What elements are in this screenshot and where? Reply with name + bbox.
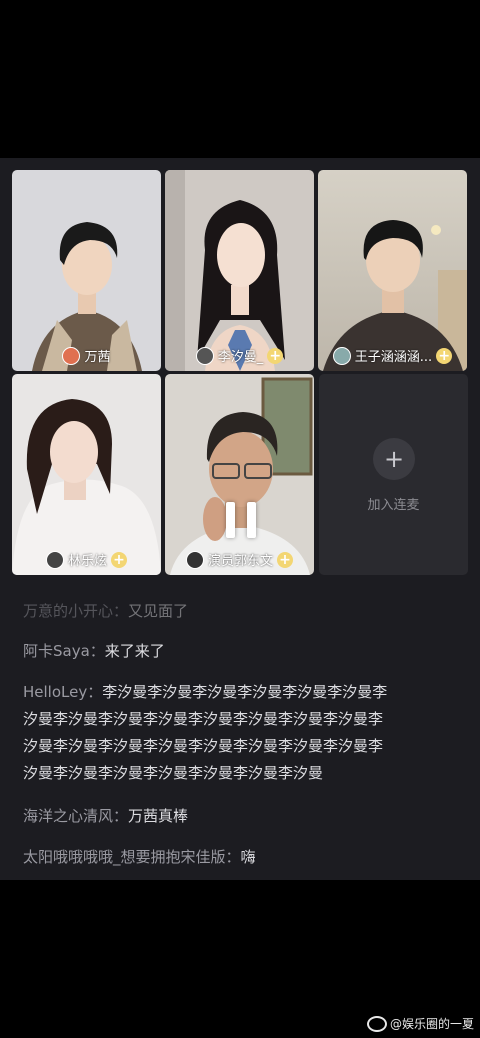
follow-plus-icon[interactable]: + [111,551,127,568]
chat-message: 阿卡Saya：来了来了 [23,638,463,665]
chat-username[interactable]: 海洋之心清风： [23,807,128,825]
chat-text: 嗨 [240,848,256,866]
participant-nametag: 万茜 [12,346,161,365]
chat-message: 万意的小开心：又见面了 [23,598,463,625]
chat-message: 海洋之心清风：万茜真棒 [23,803,463,830]
avatar [332,346,351,365]
video-feed [165,170,285,371]
participant-nametag: 演员郭东文 + [165,550,314,569]
chat-message: 太阳哦哦哦哦_想要拥抱宋佳版：嗨 [23,844,463,871]
participant-name: 王子涵涵涵... [354,350,433,365]
chat-text: 又见面了 [128,602,189,620]
avatar [45,550,64,569]
chat-text: 来了来了 [104,642,165,660]
participant-nametag: 王子涵涵涵... + [318,346,467,365]
video-tile-3[interactable]: 王子涵涵涵... + [318,170,467,371]
chat-username[interactable]: 万意的小开心： [23,602,128,620]
participant-nametag: 李汐曼_ + [165,346,314,365]
video-feed [12,399,161,575]
chat-message: HelloLey：李汐曼李汐曼李汐曼李汐曼李汐曼李汐曼李汐曼李汐曼李汐曼李汐曼李… [23,679,393,787]
chat-username[interactable]: 太阳哦哦哦哦_想要拥抱宋佳版： [23,848,241,866]
video-tile-5[interactable]: 演员郭东文 + [165,374,314,575]
participant-name: 林乐炫 [67,554,107,569]
avatar [62,346,81,365]
follow-plus-icon[interactable]: + [436,347,453,364]
pause-icon[interactable] [226,502,256,538]
follow-plus-icon[interactable]: + [277,551,293,568]
watermark-text: @娱乐圈的一夏 [389,1017,474,1031]
avatar [185,550,204,569]
video-tile-4[interactable]: 林乐炫 + [12,374,161,575]
chat-text: 万茜真棒 [128,807,189,825]
join-co-host-label: 加入连麦 [367,498,420,513]
participant-nametag: 林乐炫 + [12,550,161,569]
chat-username[interactable]: HelloLey： [23,683,102,701]
video-tile-1[interactable]: 万茜 [12,170,161,371]
follow-plus-icon[interactable]: + [267,347,284,364]
participant-name: 演员郭东文 [207,554,273,569]
video-feed [170,377,313,575]
avatar [195,346,214,365]
join-co-host-slot[interactable]: + 加入连麦 [319,374,468,575]
participant-name: 李汐曼_ [217,350,264,365]
video-tile-2[interactable]: 李汐曼_ + [165,170,314,371]
video-feed [32,222,142,371]
participant-name: 万茜 [84,350,111,365]
plus-icon[interactable]: + [373,438,415,480]
video-feed [323,220,467,371]
watermark: @娱乐圈的一夏 [366,1015,474,1032]
chat-username[interactable]: 阿卡Saya： [23,642,105,660]
weibo-icon [366,1015,387,1032]
